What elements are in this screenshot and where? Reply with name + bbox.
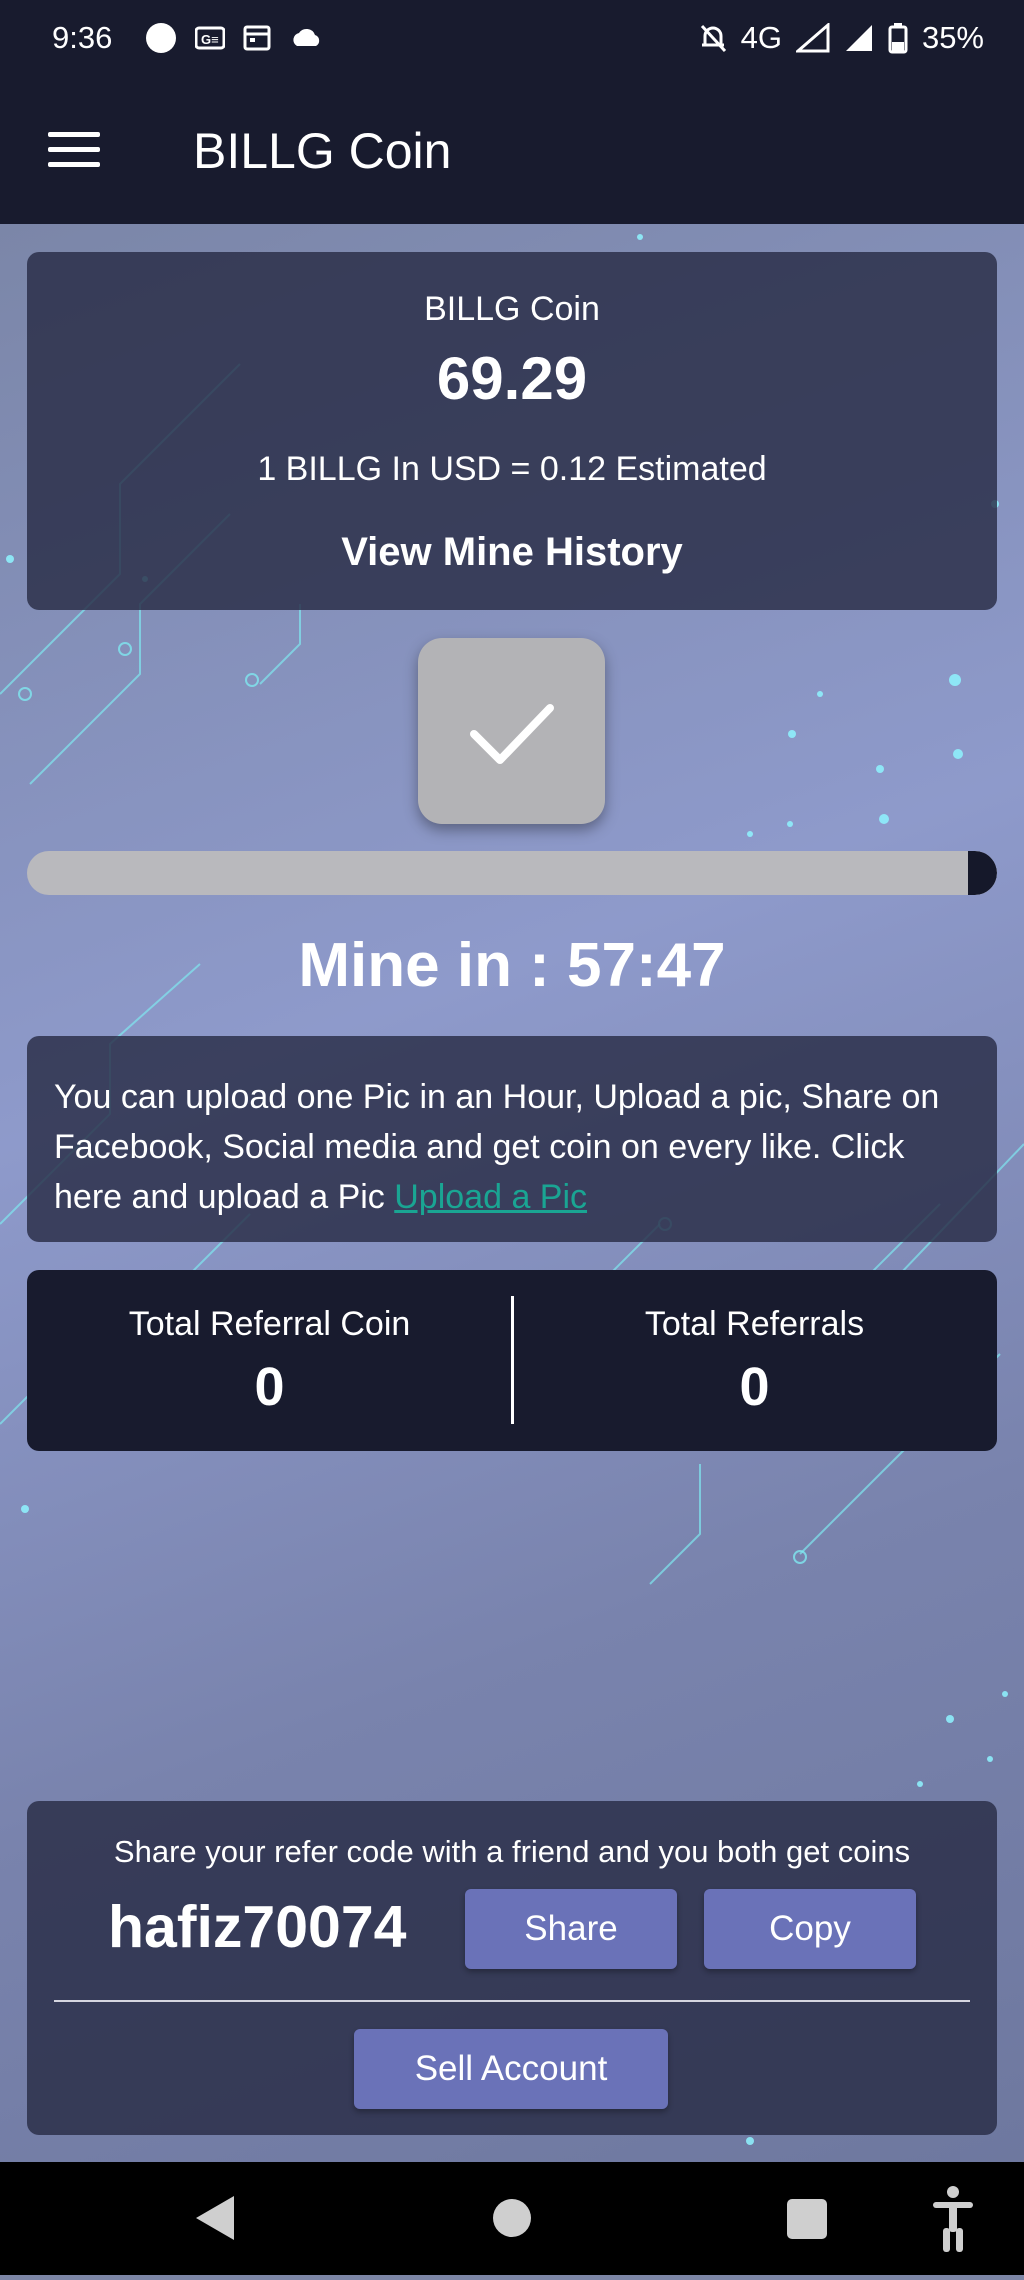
mine-check-button[interactable] (418, 638, 605, 824)
card-divider (54, 2000, 970, 2002)
home-icon[interactable] (493, 2199, 531, 2237)
referral-coin-label: Total Referral Coin (128, 1305, 411, 1343)
coin-name: BILLG Coin (424, 290, 600, 328)
coin-balance: 69.29 (436, 345, 588, 412)
share-button[interactable]: Share (465, 1889, 677, 1969)
back-icon[interactable] (196, 2196, 234, 2240)
refer-code: hafiz70074 (108, 1894, 407, 1960)
signal-icon-1 (795, 23, 830, 53)
referral-coin-value: 0 (254, 1357, 285, 1417)
referral-coin-stat: Total Referral Coin 0 (27, 1305, 512, 1418)
refer-code-card: Share your refer code with a friend and … (27, 1801, 997, 2135)
gmail-notification-icon: G≡ (195, 26, 225, 50)
accessibility-icon[interactable] (933, 2186, 973, 2252)
referral-count-label: Total Referrals (644, 1305, 865, 1343)
checkmark-icon (470, 704, 554, 764)
referral-count-value: 0 (739, 1357, 770, 1417)
copy-button[interactable]: Copy (704, 1889, 916, 1969)
refer-description: Share your refer code with a friend and … (113, 1834, 911, 1869)
battery-level: 35% (921, 20, 984, 55)
view-mine-history-link[interactable]: View Mine History (27, 530, 997, 575)
referral-stats-card: Total Referral Coin 0 Total Referrals 0 (27, 1270, 997, 1451)
signal-icon-2 (845, 25, 872, 51)
notification-icons: G≡ (145, 22, 323, 54)
usd-rate: 1 BILLG In USD = 0.12 Estimated (257, 450, 767, 488)
sell-account-button[interactable]: Sell Account (354, 2029, 668, 2109)
mining-progress-bar (27, 851, 997, 895)
app-bar: BILLG Coin (0, 76, 1024, 224)
hamburger-menu-icon[interactable] (48, 132, 100, 168)
dnd-bell-icon (700, 24, 726, 53)
upload-info-card: You can upload one Pic in an Hour, Uploa… (27, 1036, 997, 1242)
svg-text:G≡: G≡ (201, 32, 219, 47)
status-bar: 9:36 G≡ 4G 35% (0, 0, 1024, 76)
recents-icon[interactable] (787, 2199, 827, 2239)
cloud-icon (293, 28, 320, 46)
upload-pic-link[interactable]: Upload a Pic (394, 1178, 587, 1216)
status-time: 9:36 (52, 20, 113, 55)
app-title: BILLG Coin (193, 123, 452, 179)
battery-icon (888, 23, 908, 54)
system-icons: 4G 35% (699, 20, 984, 56)
mine-countdown: Mine in : 57:47 (298, 931, 726, 1000)
circle-notification-icon (146, 23, 176, 53)
network-type: 4G (740, 20, 782, 55)
balance-card: BILLG Coin 69.29 1 BILLG In USD = 0.12 E… (27, 252, 997, 610)
system-nav-bar (0, 2162, 1024, 2275)
referral-count-stat: Total Referrals 0 (512, 1305, 997, 1418)
calendar-notification-icon (243, 25, 271, 51)
